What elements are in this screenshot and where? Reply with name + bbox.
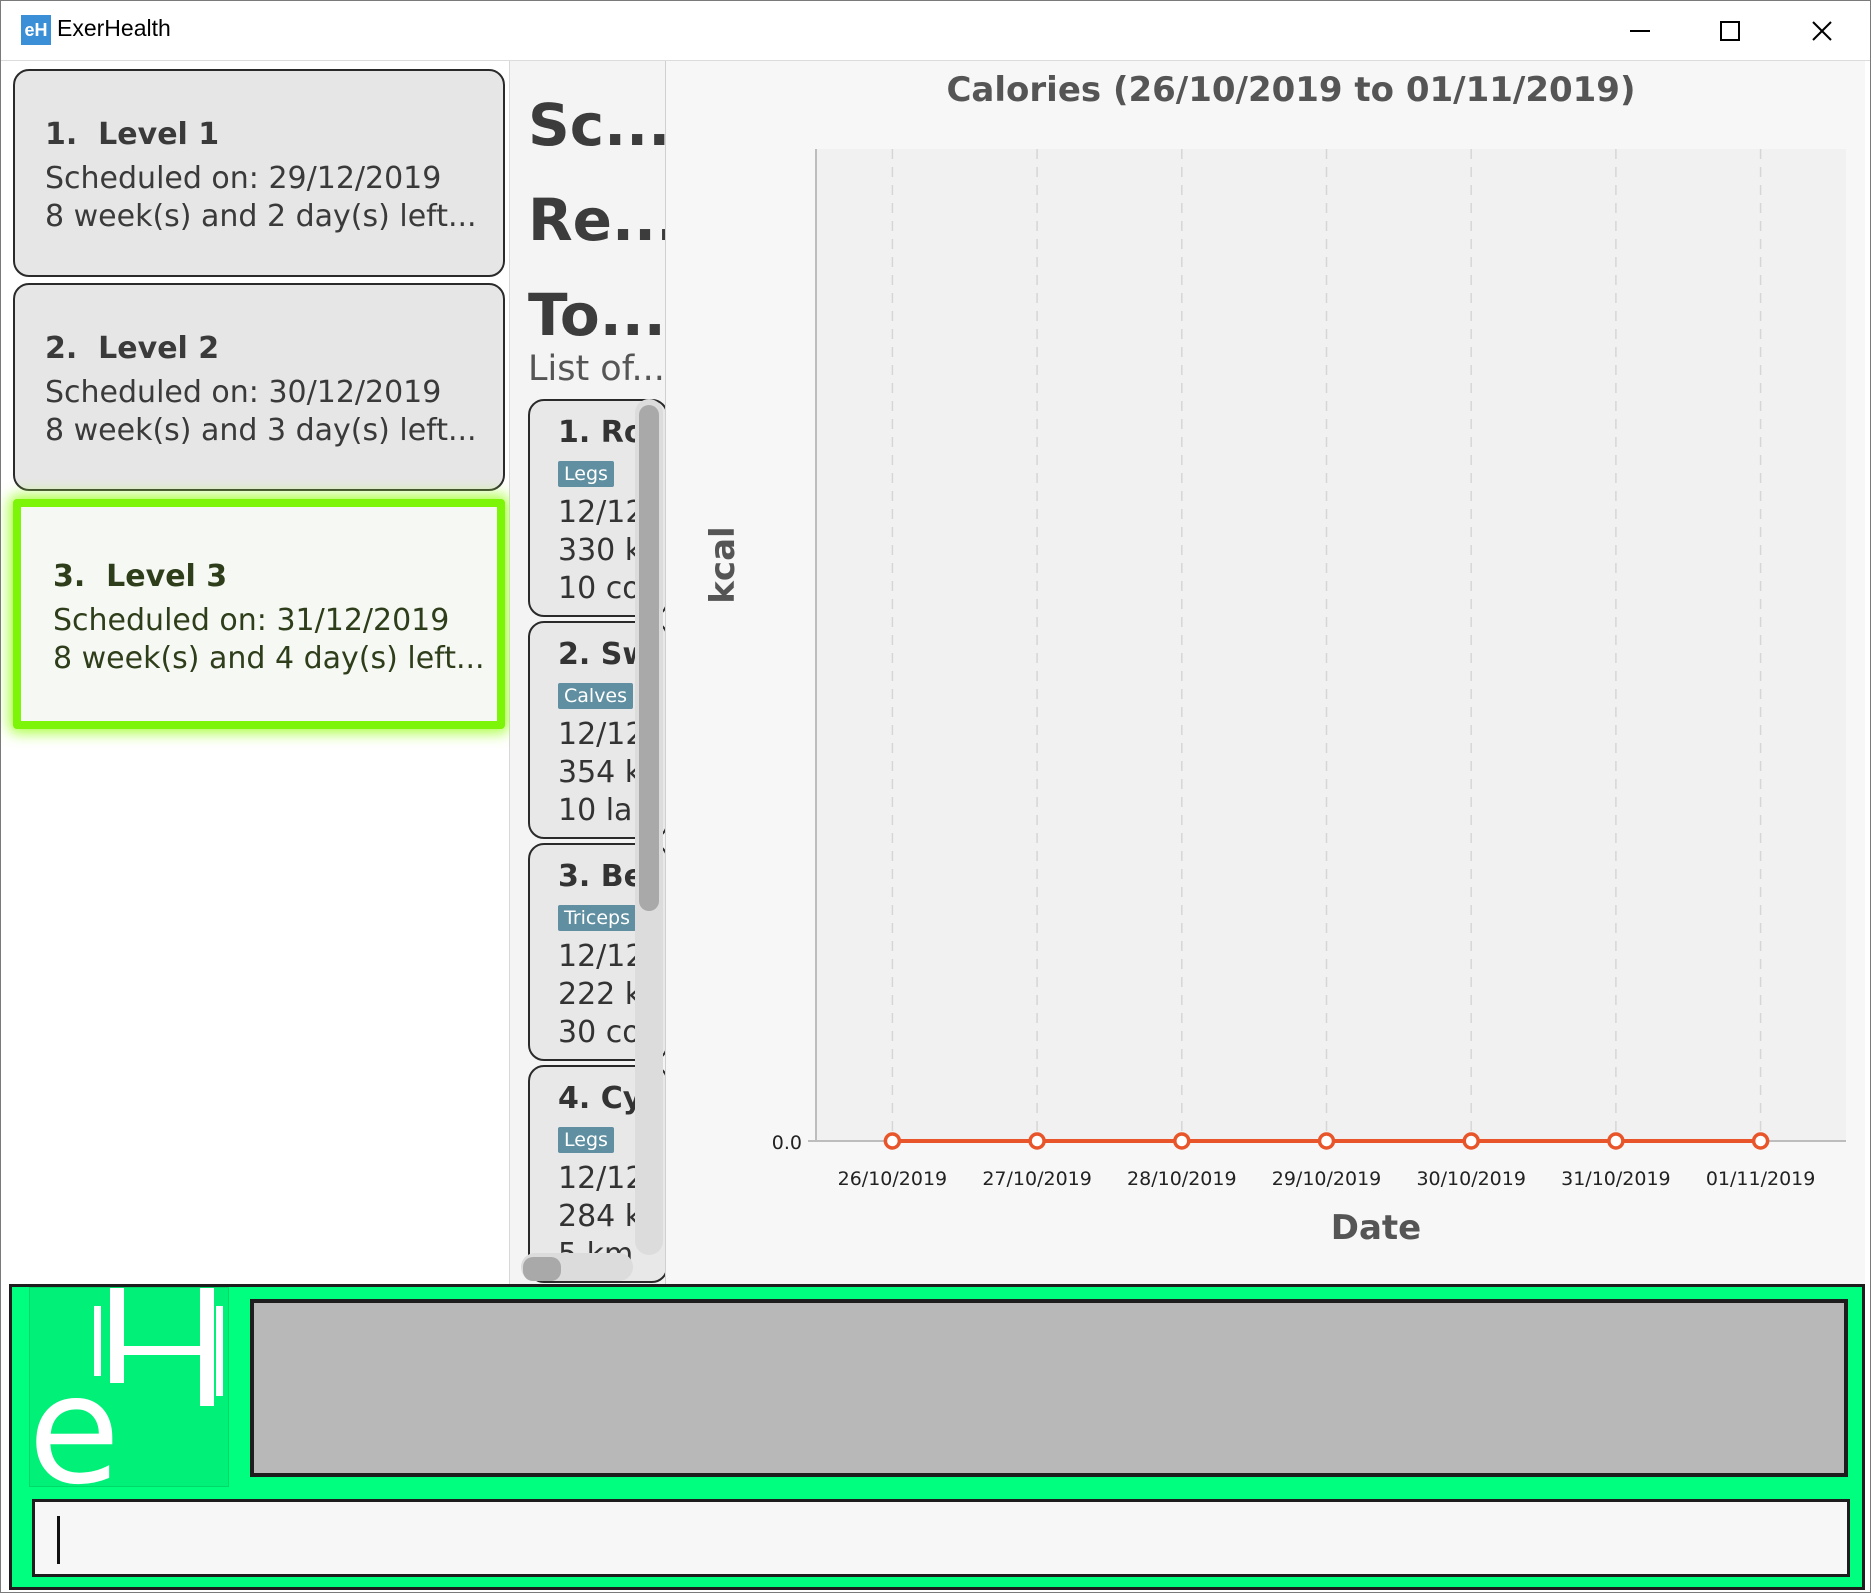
minimize-button[interactable] bbox=[1595, 1, 1685, 61]
schedule-card-title: 3. Level 3 bbox=[53, 559, 227, 594]
main-area: 1. Level 1 Scheduled on: 29/12/2019 8 we… bbox=[9, 61, 1865, 1284]
x-axis-label: Date bbox=[1331, 1208, 1421, 1248]
plot-area bbox=[816, 149, 1846, 1141]
svg-text:e: e bbox=[30, 1344, 120, 1487]
schedule-name: Level 2 bbox=[98, 331, 220, 366]
app-logo-icon: eH bbox=[21, 15, 51, 45]
exercise-list-caption: List of... bbox=[528, 349, 665, 389]
y-tick-label: 0.0 bbox=[772, 1132, 802, 1154]
schedule-remaining: 8 week(s) and 4 day(s) left... bbox=[53, 641, 485, 676]
exercise-title: 1. Ro bbox=[558, 415, 645, 450]
calories-chart: Calories (26/10/2019 to 01/11/2019) kcal 0… bbox=[703, 70, 1846, 1248]
schedule-name: Level 3 bbox=[106, 559, 228, 594]
schedule-remaining: 8 week(s) and 3 day(s) left... bbox=[45, 413, 477, 448]
schedule-card-title: 1. Level 1 bbox=[45, 117, 219, 152]
schedule-date: Scheduled on: 30/12/2019 bbox=[45, 375, 442, 410]
text-cursor bbox=[57, 1516, 60, 1564]
calories-data-point bbox=[1462, 1132, 1480, 1150]
minimize-icon bbox=[1630, 30, 1650, 32]
calories-data-point bbox=[883, 1132, 902, 1150]
exerhealth-logo: e bbox=[29, 1287, 229, 1487]
app-window: eH ExerHealth 1. Level 1 Scheduled on: 2… bbox=[0, 0, 1871, 1593]
total-heading: To... bbox=[528, 281, 666, 349]
calories-data-point bbox=[1317, 1132, 1336, 1150]
x-tick-label: 30/10/2019 bbox=[1416, 1168, 1526, 1190]
schedule-name: Level 1 bbox=[98, 117, 220, 152]
calories-data-point bbox=[1173, 1132, 1191, 1150]
x-tick-label: 31/10/2019 bbox=[1561, 1168, 1671, 1190]
x-tick-label: 26/10/2019 bbox=[838, 1168, 948, 1190]
dumbbell-logo-icon: e bbox=[30, 1288, 223, 1487]
horizontal-scroll-thumb[interactable] bbox=[523, 1257, 561, 1281]
exercise-date: 12/12 bbox=[558, 717, 645, 752]
schedule-card-level-3[interactable]: 3. Level 3 Scheduled on: 31/12/2019 8 we… bbox=[13, 499, 505, 729]
calories-data-point bbox=[1028, 1132, 1046, 1150]
schedule-card-title: 2. Level 2 bbox=[45, 331, 219, 366]
schedule-remaining: 8 week(s) and 2 day(s) left... bbox=[45, 199, 477, 234]
muscle-tag: Legs bbox=[558, 461, 614, 487]
maximize-button[interactable] bbox=[1685, 1, 1775, 61]
y-axis-label: kcal bbox=[703, 526, 743, 603]
chart-title: Calories (26/10/2019 to 01/11/2019) bbox=[946, 70, 1635, 110]
muscle-tag: Calves bbox=[558, 683, 634, 709]
maximize-icon bbox=[1720, 21, 1740, 41]
command-input[interactable] bbox=[32, 1499, 1850, 1577]
exercise-date: 12/12 bbox=[558, 1161, 645, 1196]
window-title: ExerHealth bbox=[57, 15, 171, 41]
exercise-date: 12/12 bbox=[558, 939, 645, 974]
calories-chart-panel: Calories (26/10/2019 to 01/11/2019) kcal 0… bbox=[666, 61, 1865, 1284]
calories-data-point bbox=[1607, 1132, 1625, 1150]
schedule-heading: Sc... bbox=[528, 91, 666, 159]
x-tick-label: 28/10/2019 bbox=[1127, 1168, 1237, 1190]
exercise-title: 3. Be bbox=[558, 859, 644, 894]
schedule-index: 1. bbox=[45, 117, 78, 152]
close-button[interactable] bbox=[1777, 1, 1867, 61]
schedule-card-level-1[interactable]: 1. Level 1 Scheduled on: 29/12/2019 8 we… bbox=[13, 69, 505, 277]
regime-heading: Re... bbox=[528, 186, 666, 254]
x-tick-label: 01/11/2019 bbox=[1706, 1168, 1816, 1190]
x-tick-label: 27/10/2019 bbox=[982, 1168, 1092, 1190]
schedule-date: Scheduled on: 31/12/2019 bbox=[53, 603, 450, 638]
command-area: e bbox=[9, 1284, 1865, 1590]
schedule-index: 3. bbox=[53, 559, 86, 594]
schedule-index: 2. bbox=[45, 331, 78, 366]
title-bar[interactable]: eH ExerHealth bbox=[1, 1, 1870, 61]
exercise-title: 4. Cy bbox=[558, 1081, 643, 1116]
muscle-tag: Legs bbox=[558, 1127, 614, 1153]
close-icon bbox=[1812, 21, 1832, 41]
schedule-date: Scheduled on: 29/12/2019 bbox=[45, 161, 442, 196]
muscle-tag: Triceps bbox=[558, 905, 636, 931]
calories-data-point bbox=[1751, 1132, 1770, 1150]
exercise-date: 12/12 bbox=[558, 495, 645, 530]
result-display bbox=[250, 1299, 1848, 1477]
schedule-card-level-2[interactable]: 2. Level 2 Scheduled on: 30/12/2019 8 we… bbox=[13, 283, 505, 491]
vertical-scroll-thumb[interactable] bbox=[639, 405, 659, 911]
x-tick-label: 29/10/2019 bbox=[1272, 1168, 1382, 1190]
schedule-list[interactable]: 1. Level 1 Scheduled on: 29/12/2019 8 we… bbox=[9, 61, 510, 1284]
